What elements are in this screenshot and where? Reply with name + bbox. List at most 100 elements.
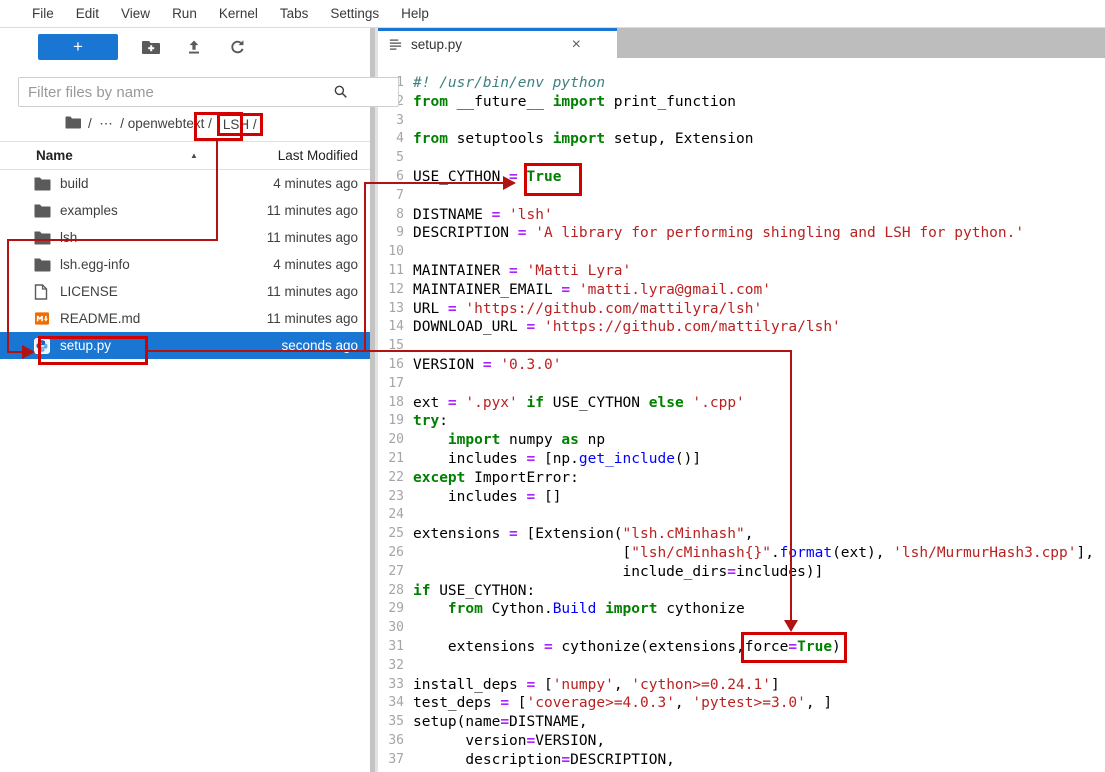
line-number: 17 (378, 375, 404, 394)
code-text: ext = '.pyx' if USE_CYTHON else '.cpp' (404, 394, 745, 413)
tab-setup-py[interactable]: setup.py × (378, 28, 617, 58)
line-number: 3 (378, 112, 404, 131)
folder-icon (34, 229, 51, 246)
code-line-22: 22except ImportError: (378, 469, 1105, 488)
line-number: 20 (378, 431, 404, 450)
file-row-lsh.egg-info[interactable]: lsh.egg-info 4 minutes ago (0, 251, 370, 278)
line-number: 7 (378, 187, 404, 206)
line-number: 19 (378, 412, 404, 431)
code-text: extensions = [Extension("lsh.cMinhash", (404, 525, 753, 544)
code-line-15: 15 (378, 337, 1105, 356)
menu-item-kernel[interactable]: Kernel (208, 6, 269, 21)
file-row-lsh[interactable]: lsh11 minutes ago (0, 224, 370, 251)
tab-bar: setup.py × (378, 28, 1105, 58)
code-editor[interactable]: 1#! /usr/bin/env python2from __future__ … (378, 58, 1105, 772)
tab-close-icon[interactable]: × (572, 37, 581, 52)
line-number: 37 (378, 751, 404, 770)
file-row-readme.md[interactable]: README.md11 minutes ago (0, 305, 370, 332)
main-area: + / ⋯ / openwebtext / LSH / (0, 28, 1105, 772)
code-text (404, 657, 413, 676)
code-text (404, 375, 413, 394)
line-number: 6 (378, 168, 404, 187)
code-line-34: 34test_deps = ['coverage>=4.0.3', 'pytes… (378, 694, 1105, 713)
file-browser-toolbar: + (0, 28, 370, 66)
code-text: include_dirs=includes)] (404, 563, 823, 582)
file-name: README.md (60, 311, 140, 326)
line-number: 21 (378, 450, 404, 469)
code-line-24: 24 (378, 506, 1105, 525)
code-line-13: 13URL = 'https://github.com/mattilyra/ls… (378, 300, 1105, 319)
new-folder-button[interactable] (141, 37, 161, 57)
menu-item-settings[interactable]: Settings (319, 6, 390, 21)
breadcrumb-current-lsh[interactable]: LSH / (217, 113, 263, 136)
code-line-5: 5 (378, 149, 1105, 168)
line-number: 4 (378, 130, 404, 149)
code-text: setup(name=DISTNAME, (404, 713, 588, 732)
code-text (404, 506, 413, 525)
line-number: 13 (378, 300, 404, 319)
tab-title: setup.py (411, 37, 462, 52)
breadcrumb-path[interactable]: / ⋯ / openwebtext / (88, 116, 212, 132)
file-last-modified: seconds ago (281, 338, 358, 353)
line-number: 31 (378, 638, 404, 657)
line-number: 30 (378, 619, 404, 638)
column-header-last-modified[interactable]: Last Modified (278, 148, 358, 163)
file-list-header: Name ▲ Last Modified (0, 141, 370, 170)
file-row-build[interactable]: build4 minutes ago (0, 170, 370, 197)
code-line-21: 21 includes = [np.get_include()] (378, 450, 1105, 469)
code-line-32: 32 (378, 657, 1105, 676)
file-last-modified: 4 minutes ago (273, 257, 358, 272)
code-line-16: 16VERSION = '0.3.0' (378, 356, 1105, 375)
menu-item-run[interactable]: Run (161, 6, 208, 21)
code-line-3: 3 (378, 112, 1105, 131)
code-line-18: 18ext = '.pyx' if USE_CYTHON else '.cpp' (378, 394, 1105, 413)
menu-item-edit[interactable]: Edit (65, 6, 110, 21)
code-text: try: (404, 412, 448, 431)
code-line-35: 35setup(name=DISTNAME, (378, 713, 1105, 732)
code-line-27: 27 include_dirs=includes)] (378, 563, 1105, 582)
menu-item-view[interactable]: View (110, 6, 161, 21)
code-line-12: 12MAINTAINER_EMAIL = 'matti.lyra@gmail.c… (378, 281, 1105, 300)
menu-item-help[interactable]: Help (390, 6, 440, 21)
editor-panel: setup.py × 1#! /usr/bin/env python2from … (378, 28, 1105, 772)
file-row-setup.py[interactable]: setup.pyseconds ago (0, 332, 370, 359)
line-number: 32 (378, 657, 404, 676)
folder-icon (34, 175, 51, 192)
code-text (404, 243, 413, 262)
code-text: version=VERSION, (404, 732, 605, 751)
upload-button[interactable] (184, 37, 204, 57)
new-launcher-button[interactable]: + (38, 34, 118, 60)
code-text (404, 187, 413, 206)
line-number: 8 (378, 206, 404, 225)
code-line-37: 37 description=DESCRIPTION, (378, 751, 1105, 770)
code-line-31: 31 extensions = cythonize(extensions,for… (378, 638, 1105, 657)
file-browser-panel: + / ⋯ / openwebtext / LSH / (0, 28, 370, 772)
line-number: 27 (378, 563, 404, 582)
breadcrumb: / ⋯ / openwebtext / LSH / (0, 107, 370, 141)
file-icon (34, 283, 51, 300)
code-text: description=DESCRIPTION, (404, 751, 675, 770)
code-line-20: 20 import numpy as np (378, 431, 1105, 450)
file-name: lsh.egg-info (60, 257, 130, 272)
menu-item-file[interactable]: File (21, 6, 65, 21)
panel-splitter[interactable] (370, 28, 378, 772)
code-text (404, 619, 413, 638)
line-number: 35 (378, 713, 404, 732)
folder-icon (34, 202, 51, 219)
code-line-6: 6USE_CYTHON = True (378, 168, 1105, 187)
refresh-button[interactable] (227, 37, 247, 57)
line-number: 33 (378, 676, 404, 695)
code-text: DISTNAME = 'lsh' (404, 206, 553, 225)
line-number: 10 (378, 243, 404, 262)
code-line-26: 26 ["lsh/cMinhash{}".format(ext), 'lsh/M… (378, 544, 1105, 563)
column-header-name[interactable]: Name (36, 148, 73, 163)
code-text: ["lsh/cMinhash{}".format(ext), 'lsh/Murm… (404, 544, 1094, 563)
code-text: install_deps = ['numpy', 'cython>=0.24.1… (404, 676, 780, 695)
file-last-modified: 4 minutes ago (273, 176, 358, 191)
file-row-license[interactable]: LICENSE11 minutes ago (0, 278, 370, 305)
file-last-modified: 11 minutes ago (267, 284, 358, 299)
code-line-7: 7 (378, 187, 1105, 206)
file-row-examples[interactable]: examples11 minutes ago (0, 197, 370, 224)
menu-item-tabs[interactable]: Tabs (269, 6, 320, 21)
upload-icon (186, 39, 202, 55)
